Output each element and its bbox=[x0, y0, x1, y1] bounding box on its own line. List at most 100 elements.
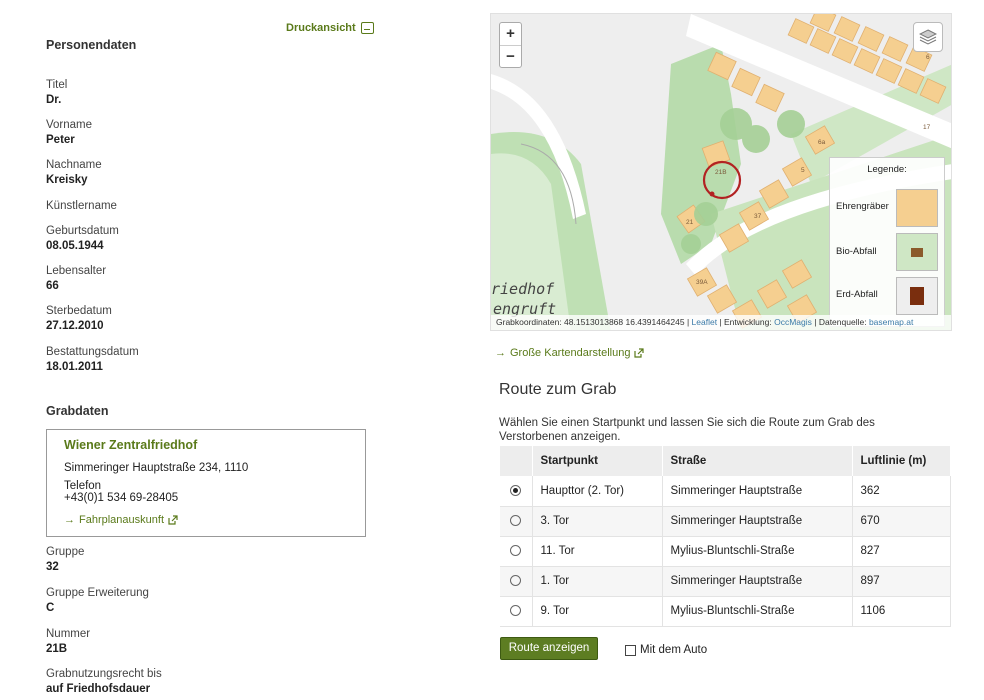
table-row[interactable]: 9. Tor Mylius-Bluntschli-Straße 1106 bbox=[500, 596, 951, 627]
developer-link[interactable]: OccMagis bbox=[774, 317, 812, 327]
print-label: Druckansicht bbox=[286, 22, 356, 34]
zoom-in-button[interactable]: + bbox=[500, 23, 521, 45]
field-value: 08.05.1944 bbox=[46, 240, 104, 252]
large-map-label: Große Kartendarstellung bbox=[510, 347, 631, 359]
legend-title: Legende: bbox=[867, 164, 907, 175]
map-view[interactable]: 21B 21 6 17 6a 5 37 39A riedhof engruft … bbox=[490, 13, 952, 331]
table-header-street: Straße bbox=[662, 446, 853, 476]
table-header-radio bbox=[500, 446, 533, 476]
parcel-label: 17 bbox=[923, 124, 931, 131]
map-attribution: Grabkoordinaten: 48.1513013868 16.439146… bbox=[491, 315, 951, 330]
legend-swatch-soil-waste bbox=[896, 277, 938, 315]
field-value: auf Friedhofsdauer bbox=[46, 683, 151, 695]
radio-cell[interactable] bbox=[500, 596, 533, 627]
section-title-grave: Grabdaten bbox=[46, 404, 109, 418]
field-label: Künstlername bbox=[46, 200, 117, 212]
radio-button[interactable] bbox=[510, 515, 522, 527]
table-header-start: Startpunkt bbox=[532, 446, 663, 476]
right-column: 21B 21 6 17 6a 5 37 39A riedhof engruft … bbox=[490, 0, 984, 700]
field-usage-right: Grabnutzungsrecht bis auf Friedhofsdauer bbox=[46, 668, 162, 695]
cell-distance: 827 bbox=[852, 536, 951, 567]
field-lastname: Nachname Kreisky bbox=[46, 159, 102, 186]
field-value: 18.01.2011 bbox=[46, 361, 103, 373]
cell-distance: 1106 bbox=[852, 596, 951, 627]
radio-cell[interactable] bbox=[500, 506, 533, 537]
cell-street: Mylius-Bluntschli-Straße bbox=[662, 596, 853, 627]
cell-street: Simmeringer Hauptstraße bbox=[662, 566, 853, 597]
timetable-link[interactable]: → Fahrplanauskunft bbox=[64, 514, 348, 526]
print-view-link[interactable]: Druckansicht bbox=[286, 22, 374, 34]
table-row[interactable]: 1. Tor Simmeringer Hauptstraße 897 bbox=[500, 566, 951, 597]
by-car-checkbox[interactable]: Mit dem Auto bbox=[625, 644, 707, 656]
leaflet-link[interactable]: Leaflet bbox=[692, 317, 718, 327]
field-label: Gruppe Erweiterung bbox=[46, 587, 149, 599]
field-label: Nachname bbox=[46, 159, 102, 171]
map-legend: Legende: Ehrengräber Bio-Abfall Erd-Abfa… bbox=[829, 157, 945, 327]
source-label: Datenquelle: bbox=[818, 317, 867, 327]
large-map-link[interactable]: → Große Kartendarstellung bbox=[495, 347, 645, 359]
checkbox-box[interactable] bbox=[625, 644, 636, 656]
legend-item-label: Ehrengräber bbox=[836, 201, 889, 212]
field-number: Nummer 21B bbox=[46, 628, 90, 655]
map-label-cemetery: riedhof bbox=[491, 280, 555, 298]
radio-button[interactable] bbox=[510, 485, 522, 497]
zoom-control: + − bbox=[499, 22, 522, 68]
layers-icon bbox=[919, 29, 937, 45]
zoom-out-button[interactable]: − bbox=[500, 45, 521, 67]
layers-button[interactable] bbox=[913, 22, 943, 52]
field-firstname: Vorname Peter bbox=[46, 119, 92, 146]
cell-street: Mylius-Bluntschli-Straße bbox=[662, 536, 853, 567]
left-column: Druckansicht Personendaten Titel Dr. Vor… bbox=[0, 0, 470, 700]
legend-swatch-honor-graves bbox=[896, 189, 938, 227]
radio-button[interactable] bbox=[510, 605, 522, 617]
field-label: Grabnutzungsrecht bis bbox=[46, 668, 162, 680]
radio-button[interactable] bbox=[510, 545, 522, 557]
field-artistname: Künstlername bbox=[46, 200, 117, 215]
route-title: Route zum Grab bbox=[499, 381, 617, 398]
field-deathdate: Sterbedatum 27.12.2010 bbox=[46, 305, 112, 332]
arrow-right-icon: → bbox=[495, 347, 506, 359]
soil-waste-icon bbox=[910, 287, 924, 305]
table-row[interactable]: 3. Tor Simmeringer Hauptstraße 670 bbox=[500, 506, 951, 537]
source-link[interactable]: basemap.at bbox=[869, 317, 913, 327]
parcel-label: 21 bbox=[686, 219, 694, 226]
field-label: Geburtsdatum bbox=[46, 225, 119, 237]
field-title: Titel Dr. bbox=[46, 79, 67, 106]
field-value: 27.12.2010 bbox=[46, 320, 104, 332]
field-value: Dr. bbox=[46, 94, 62, 106]
field-value: 32 bbox=[46, 561, 59, 573]
table-row[interactable]: 11. Tor Mylius-Bluntschli-Straße 827 bbox=[500, 536, 951, 567]
cell-start: 1. Tor bbox=[532, 566, 663, 597]
radio-cell[interactable] bbox=[500, 536, 533, 567]
cell-distance: 897 bbox=[852, 566, 951, 597]
field-group-extension: Gruppe Erweiterung C bbox=[46, 587, 149, 614]
parcel-label: 5 bbox=[801, 167, 805, 174]
checkbox-label: Mit dem Auto bbox=[640, 644, 708, 656]
parcel-label: 37 bbox=[754, 213, 762, 220]
cell-start: 11. Tor bbox=[532, 536, 663, 567]
external-link-icon bbox=[634, 348, 645, 358]
field-label: Nummer bbox=[46, 628, 91, 640]
table-row[interactable]: Haupttor (2. Tor) Simmeringer Hauptstraß… bbox=[500, 476, 951, 507]
field-birthdate: Geburtsdatum 08.05.1944 bbox=[46, 225, 119, 252]
section-title-person: Personendaten bbox=[46, 38, 137, 52]
printer-icon bbox=[360, 22, 374, 34]
external-link-icon bbox=[168, 515, 178, 525]
grave-coordinates: Grabkoordinaten: 48.1513013868 16.439146… bbox=[496, 317, 685, 327]
parcel-label: 21B bbox=[715, 169, 727, 176]
show-route-button[interactable]: Route anzeigen bbox=[500, 637, 598, 660]
field-label: Titel bbox=[46, 79, 68, 91]
radio-button[interactable] bbox=[510, 575, 522, 587]
cemetery-address: Simmeringer Hauptstraße 234, 1110 bbox=[64, 462, 249, 474]
field-label: Sterbedatum bbox=[46, 305, 112, 317]
table-header-distance: Luftlinie (m) bbox=[852, 446, 951, 476]
cemetery-box: Wiener Zentralfriedhof Simmeringer Haupt… bbox=[46, 429, 366, 537]
timetable-link-label: Fahrplanauskunft bbox=[79, 514, 164, 526]
field-value: C bbox=[46, 602, 55, 614]
field-label: Vorname bbox=[46, 119, 93, 131]
field-value: Kreisky bbox=[46, 174, 88, 186]
parcel-label: 6a bbox=[818, 139, 826, 146]
radio-cell[interactable] bbox=[500, 476, 533, 507]
route-table: Startpunkt Straße Luftlinie (m) Haupttor… bbox=[500, 446, 951, 627]
radio-cell[interactable] bbox=[500, 566, 533, 597]
